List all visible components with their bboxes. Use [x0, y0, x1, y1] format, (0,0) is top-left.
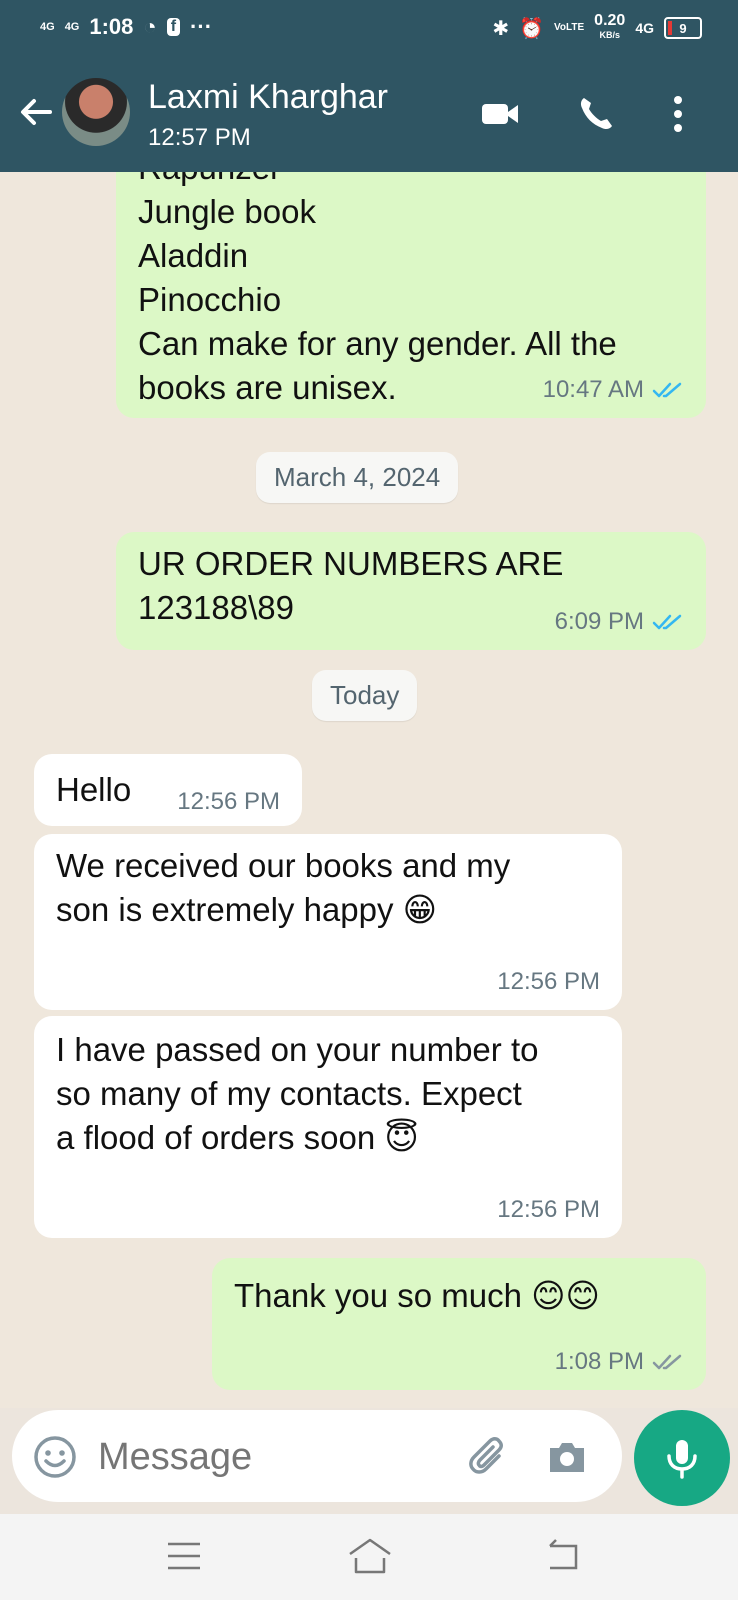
network-indicator-right: 4G — [635, 20, 654, 36]
bluetooth-icon: ✱ — [492, 17, 510, 40]
message-line: a flood of orders soon 😇 — [56, 1119, 419, 1156]
video-call-icon[interactable] — [478, 92, 522, 136]
date-separator: Today — [312, 670, 418, 721]
message-line: We received our books and my — [56, 847, 511, 884]
message-bubble-outgoing[interactable]: Thank you so much 😊😊 1:08 PM — [212, 1258, 706, 1390]
date-separator: March 4, 2024 — [256, 452, 459, 503]
message-line: Pinocchio — [138, 281, 282, 318]
status-bar: 4G 4G 1:08 ◔ f ··· ✱ ⏰ VoLTE 0.20 KB/s 4… — [0, 0, 738, 56]
read-ticks-icon — [652, 382, 682, 398]
back-nav-icon[interactable] — [542, 1536, 582, 1576]
message-line: Can make for any gender. All the — [138, 325, 617, 362]
attach-icon[interactable] — [466, 1434, 512, 1480]
phone-call-icon[interactable] — [574, 92, 618, 136]
message-line: Aladdin — [138, 237, 249, 274]
message-bubble-outgoing[interactable]: UR ORDER NUMBERS ARE 123188\89 6:09 PM — [116, 532, 706, 650]
message-time: 1:08 PM — [554, 1348, 644, 1375]
message-bubble-incoming[interactable]: We received our books and my son is extr… — [34, 834, 622, 1010]
message-input[interactable] — [96, 1426, 460, 1488]
volte-icon: VoLTE — [553, 22, 585, 33]
delivered-ticks-icon — [652, 1354, 682, 1370]
chat-header: Laxmi Kharghar 12:57 PM — [0, 56, 738, 172]
read-ticks-icon — [652, 614, 682, 630]
alarm-icon: ⏰ — [519, 17, 544, 40]
chat-area[interactable]: Rapunzel Jungle book Aladdin Pinocchio C… — [0, 172, 738, 1408]
data-speed: 0.20 KB/s — [594, 12, 626, 41]
message-line: son is extremely happy 😁 — [56, 891, 438, 928]
more-vert-icon[interactable] — [656, 92, 700, 136]
battery-level: 9 — [679, 20, 687, 36]
message-time: 6:09 PM — [554, 608, 644, 635]
system-nav-bar — [0, 1514, 738, 1600]
facebook-notification-icon: f — [166, 18, 181, 36]
last-seen: 12:57 PM — [148, 124, 251, 151]
avatar[interactable] — [62, 78, 130, 146]
back-arrow-icon[interactable] — [16, 92, 56, 132]
emoji-icon[interactable] — [32, 1434, 78, 1480]
message-time: 12:56 PM — [497, 1196, 600, 1223]
message-time: 10:47 AM — [542, 376, 644, 403]
battery-icon: 9 — [664, 17, 702, 39]
mic-button[interactable] — [634, 1410, 730, 1506]
message-bubble-incoming[interactable]: Hello 12:56 PM — [34, 754, 302, 826]
status-time: 1:08 — [89, 14, 134, 39]
whatsapp-notification-icon: ◔ — [143, 14, 157, 39]
message-line: UR ORDER NUMBERS ARE — [138, 545, 564, 582]
message-text: Thank you so much 😊😊 — [234, 1277, 600, 1314]
message-time: 12:56 PM — [177, 788, 280, 815]
contact-name[interactable]: Laxmi Kharghar — [148, 78, 388, 117]
message-line: Rapunzel — [138, 172, 684, 190]
message-line: so many of my contacts. Expect — [56, 1075, 522, 1112]
message-time: 12:56 PM — [497, 968, 600, 995]
message-line: I have passed on your number to — [56, 1031, 539, 1068]
message-bubble-outgoing[interactable]: Rapunzel Jungle book Aladdin Pinocchio C… — [116, 172, 706, 418]
home-icon[interactable] — [346, 1536, 394, 1576]
network-indicator-2: 4G — [64, 20, 80, 33]
network-indicator-1: 4G — [40, 20, 55, 33]
mic-icon — [667, 1440, 697, 1479]
more-notifications: ··· — [190, 14, 213, 39]
message-bubble-incoming[interactable]: I have passed on your number to so many … — [34, 1016, 622, 1238]
menu-icon[interactable] — [164, 1536, 204, 1576]
message-line: Jungle book — [138, 193, 316, 230]
message-input-bar — [12, 1410, 622, 1502]
camera-icon[interactable] — [544, 1434, 590, 1480]
